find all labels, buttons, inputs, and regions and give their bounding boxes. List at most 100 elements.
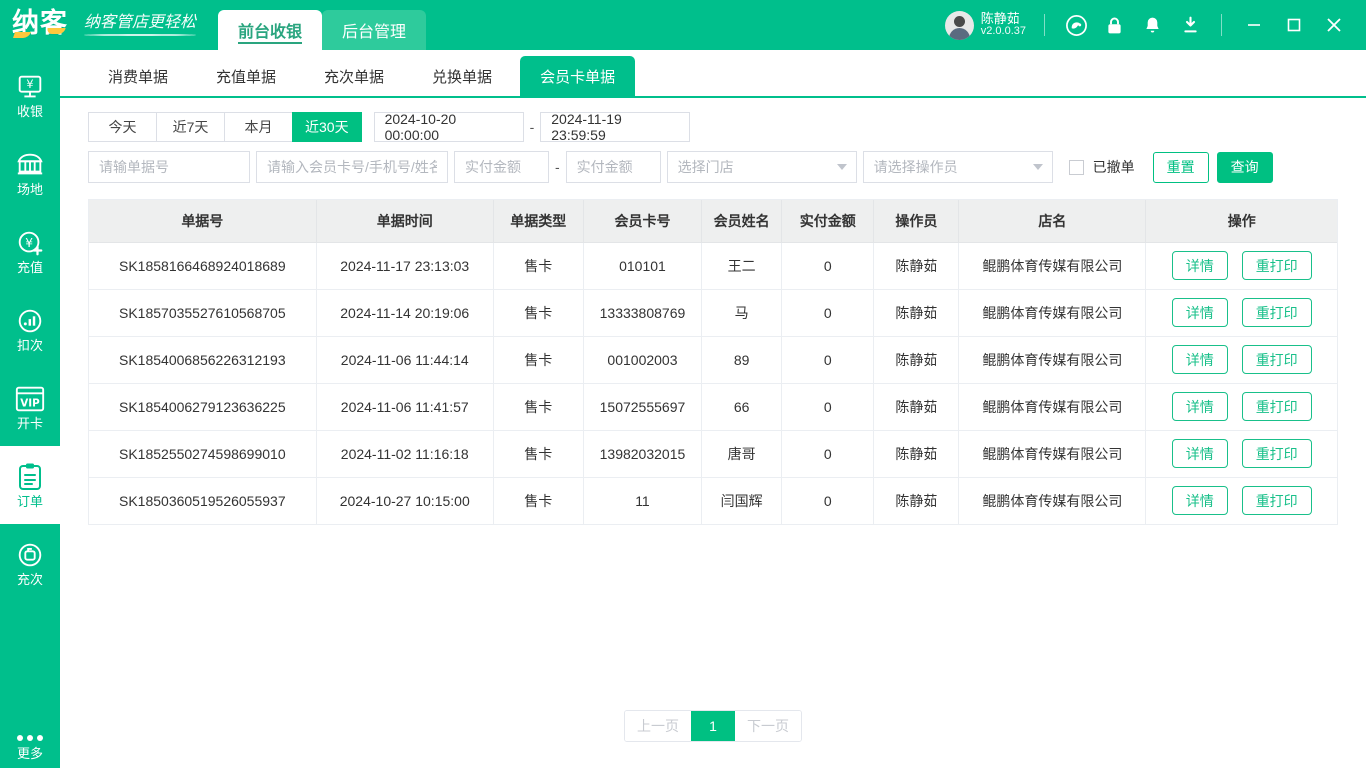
cell-order-type: 售卡 bbox=[493, 242, 583, 289]
search-button[interactable]: 查询 bbox=[1217, 152, 1273, 183]
sidebar-item-venue-label: 场地 bbox=[17, 183, 43, 196]
amount-range-separator: - bbox=[549, 159, 566, 175]
cell-order-type: 售卡 bbox=[493, 477, 583, 524]
col-store: 店名 bbox=[959, 200, 1146, 242]
minimize-button[interactable] bbox=[1234, 0, 1274, 50]
cell-order-no: SK1858166468924018689 bbox=[89, 242, 316, 289]
venue-icon bbox=[15, 150, 45, 180]
cell-order-time: 2024-11-17 23:13:03 bbox=[316, 242, 493, 289]
sidebar-item-add-times[interactable]: 充次 bbox=[0, 524, 60, 602]
next-page-button[interactable]: 下一页 bbox=[735, 711, 801, 741]
cell-actions: 详情 重打印 bbox=[1146, 242, 1337, 289]
detail-button[interactable]: 详情 bbox=[1172, 298, 1228, 327]
table-row[interactable]: SK1854006856226312193 2024-11-06 11:44:1… bbox=[89, 336, 1337, 383]
cancelled-label: 已撤单 bbox=[1093, 157, 1135, 177]
recharge-icon: ¥ bbox=[15, 228, 45, 258]
cell-card-no: 15072555697 bbox=[583, 383, 702, 430]
sidebar-item-more[interactable]: 更多 bbox=[0, 735, 60, 760]
cell-amount: 0 bbox=[782, 289, 874, 336]
reprint-button[interactable]: 重打印 bbox=[1242, 439, 1312, 468]
prev-page-button[interactable]: 上一页 bbox=[625, 711, 691, 741]
sidebar-item-recharge-label: 充值 bbox=[17, 261, 43, 274]
headset-icon[interactable] bbox=[1057, 0, 1095, 50]
cell-order-time: 2024-11-06 11:41:57 bbox=[316, 383, 493, 430]
reprint-button[interactable]: 重打印 bbox=[1242, 298, 1312, 327]
cell-member-name: 王二 bbox=[702, 242, 782, 289]
range-today-button[interactable]: 今天 bbox=[88, 112, 156, 142]
tab-times-orders[interactable]: 充次单据 bbox=[304, 56, 404, 96]
detail-button[interactable]: 详情 bbox=[1172, 486, 1228, 515]
download-icon[interactable] bbox=[1171, 0, 1209, 50]
cell-amount: 0 bbox=[782, 383, 874, 430]
table-row[interactable]: SK1850360519526055937 2024-10-27 10:15:0… bbox=[89, 477, 1337, 524]
tab-member-card-orders[interactable]: 会员卡单据 bbox=[520, 56, 635, 96]
sidebar-item-more-label: 更多 bbox=[17, 747, 43, 760]
tab-recharge-orders[interactable]: 充值单据 bbox=[196, 56, 296, 96]
detail-button[interactable]: 详情 bbox=[1172, 392, 1228, 421]
reprint-button[interactable]: 重打印 bbox=[1242, 392, 1312, 421]
cell-order-time: 2024-11-02 11:16:18 bbox=[316, 430, 493, 477]
reset-button[interactable]: 重置 bbox=[1153, 152, 1209, 183]
tab-exchange-orders[interactable]: 兑换单据 bbox=[412, 56, 512, 96]
reprint-button[interactable]: 重打印 bbox=[1242, 251, 1312, 280]
cell-amount: 0 bbox=[782, 477, 874, 524]
amount-max-input[interactable] bbox=[566, 151, 661, 183]
date-to-input[interactable]: 2024-11-19 23:59:59 bbox=[540, 112, 690, 142]
sidebar-item-cashier[interactable]: ¥ 收银 bbox=[0, 56, 60, 134]
close-button[interactable] bbox=[1314, 0, 1354, 50]
sidebar-item-deduct-label: 扣次 bbox=[17, 339, 43, 352]
sidebar-item-order[interactable]: 订单 bbox=[0, 446, 60, 524]
sidebar-item-venue[interactable]: 场地 bbox=[0, 134, 60, 212]
maximize-button[interactable] bbox=[1274, 0, 1314, 50]
date-from-input[interactable]: 2024-10-20 00:00:00 bbox=[374, 112, 524, 142]
cell-operator: 陈静茹 bbox=[874, 383, 959, 430]
detail-button[interactable]: 详情 bbox=[1172, 345, 1228, 374]
cell-order-no: SK1857035527610568705 bbox=[89, 289, 316, 336]
slogan-underline bbox=[84, 34, 196, 36]
range-month-button[interactable]: 本月 bbox=[224, 112, 292, 142]
sub-tab-bar: 消费单据 充值单据 充次单据 兑换单据 会员卡单据 bbox=[60, 50, 1366, 98]
orders-table: 单据号 单据时间 单据类型 会员卡号 会员姓名 实付金额 操作员 店名 操作 S… bbox=[88, 199, 1338, 525]
lock-icon[interactable] bbox=[1095, 0, 1133, 50]
reprint-button[interactable]: 重打印 bbox=[1242, 486, 1312, 515]
tab-consumption-orders[interactable]: 消费单据 bbox=[88, 56, 188, 96]
table-row[interactable]: SK1858166468924018689 2024-11-17 23:13:0… bbox=[89, 242, 1337, 289]
main-tab-backend[interactable]: 后台管理 bbox=[322, 10, 426, 50]
operator-select[interactable]: 请选择操作员 bbox=[863, 151, 1053, 183]
main-content: 消费单据 充值单据 充次单据 兑换单据 会员卡单据 今天 近7天 本月 近30天… bbox=[60, 50, 1366, 768]
main-tab-frontdesk[interactable]: 前台收银 bbox=[218, 10, 322, 50]
user-menu[interactable]: 陈静茹 v2.0.0.37 bbox=[945, 11, 1026, 40]
cell-member-name: 唐哥 bbox=[702, 430, 782, 477]
cell-store: 鲲鹏体育传媒有限公司 bbox=[959, 430, 1146, 477]
range-7days-button[interactable]: 近7天 bbox=[156, 112, 224, 142]
date-range-separator: - bbox=[524, 119, 541, 135]
sidebar-item-open-card[interactable]: VIP 开卡 bbox=[0, 368, 60, 446]
cancelled-checkbox[interactable] bbox=[1069, 160, 1084, 175]
amount-min-input[interactable] bbox=[454, 151, 549, 183]
reprint-button[interactable]: 重打印 bbox=[1242, 345, 1312, 374]
cell-order-time: 2024-11-14 20:19:06 bbox=[316, 289, 493, 336]
col-order-no: 单据号 bbox=[89, 200, 316, 242]
app-logo: 纳客 纳客管店更轻松 bbox=[0, 0, 196, 50]
member-search-input[interactable] bbox=[256, 151, 448, 183]
range-30days-button[interactable]: 近30天 bbox=[292, 112, 362, 142]
store-select[interactable]: 选择门店 bbox=[667, 151, 857, 183]
table-row[interactable]: SK1854006279123636225 2024-11-06 11:41:5… bbox=[89, 383, 1337, 430]
order-icon bbox=[16, 462, 44, 492]
cell-order-time: 2024-10-27 10:15:00 bbox=[316, 477, 493, 524]
cell-actions: 详情 重打印 bbox=[1146, 383, 1337, 430]
table-row[interactable]: SK1852550274598699010 2024-11-02 11:16:1… bbox=[89, 430, 1337, 477]
detail-button[interactable]: 详情 bbox=[1172, 251, 1228, 280]
cell-store: 鲲鹏体育传媒有限公司 bbox=[959, 242, 1146, 289]
app-version: v2.0.0.37 bbox=[981, 26, 1026, 38]
sidebar-item-deduct[interactable]: 扣次 bbox=[0, 290, 60, 368]
page-number-1[interactable]: 1 bbox=[691, 711, 735, 741]
bell-icon[interactable] bbox=[1133, 0, 1171, 50]
detail-button[interactable]: 详情 bbox=[1172, 439, 1228, 468]
order-no-input[interactable] bbox=[88, 151, 250, 183]
col-operator: 操作员 bbox=[874, 200, 959, 242]
svg-text:VIP: VIP bbox=[20, 398, 40, 410]
table-row[interactable]: SK1857035527610568705 2024-11-14 20:19:0… bbox=[89, 289, 1337, 336]
cell-order-time: 2024-11-06 11:44:14 bbox=[316, 336, 493, 383]
sidebar-item-recharge[interactable]: ¥ 充值 bbox=[0, 212, 60, 290]
